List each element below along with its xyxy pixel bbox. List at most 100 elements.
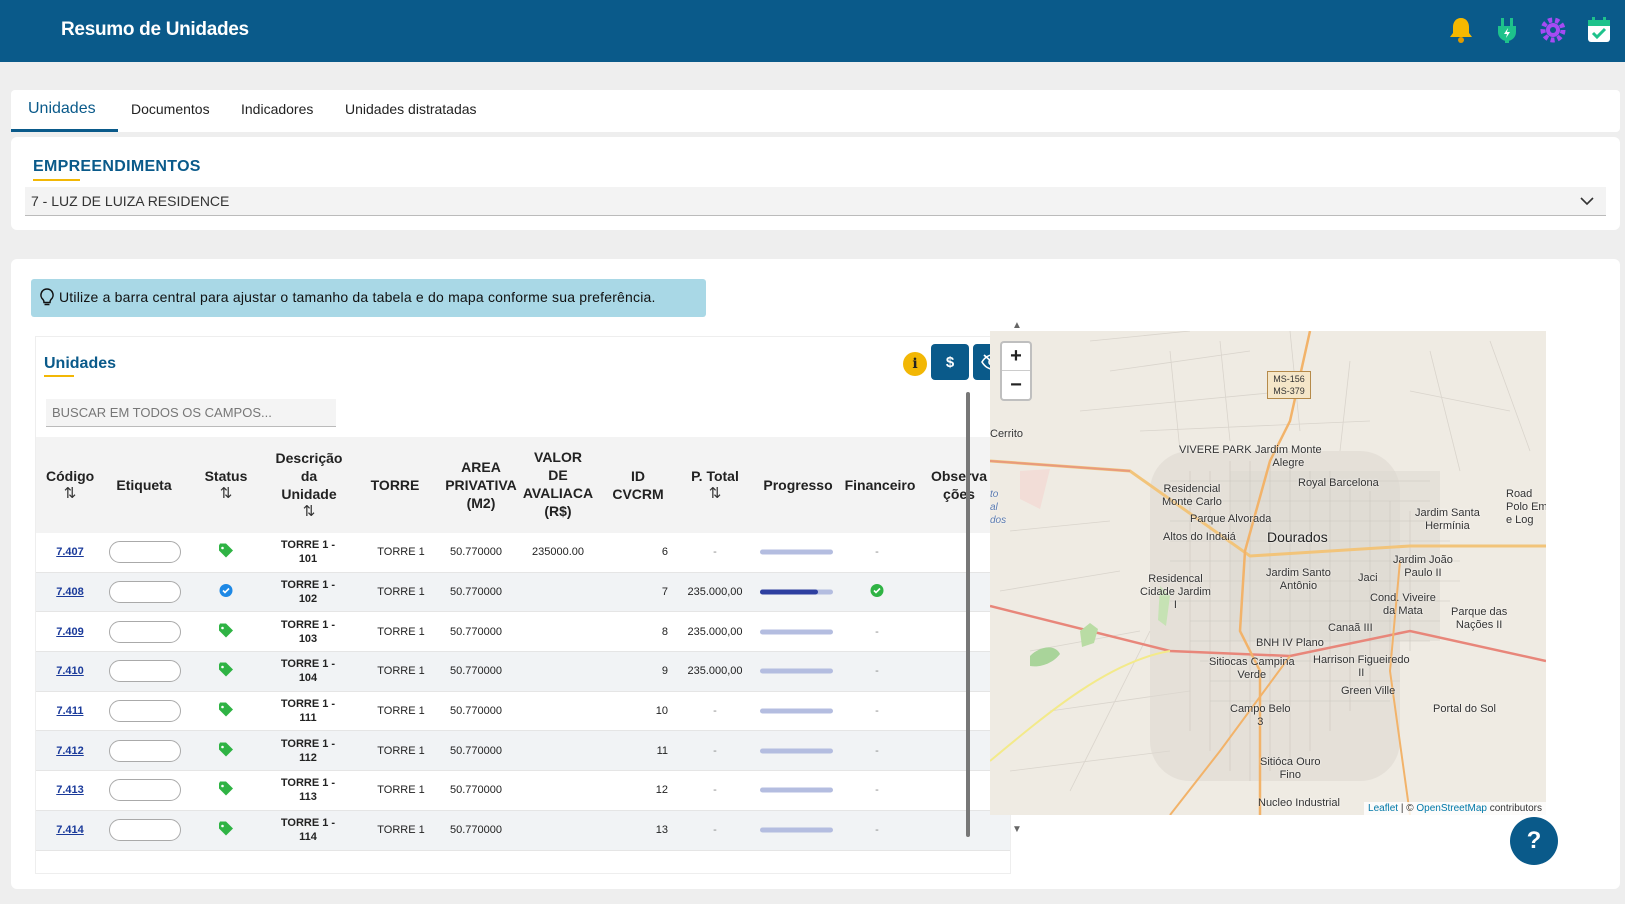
unit-code-link[interactable]: 7.408: [56, 586, 84, 598]
sort-icon[interactable]: ⇅: [684, 485, 746, 503]
sort-icon[interactable]: ⇅: [198, 485, 254, 503]
col-descricao[interactable]: Descrição da Unidade ⇅: [268, 449, 350, 521]
map-label: Road Polo Em e Log: [1506, 488, 1546, 526]
map-label: Jardim Santo Antônio: [1266, 567, 1331, 592]
table-row: 7.412 TORRE 1 -112 TORRE 1 50.770000 11 - -: [36, 731, 1010, 772]
plug-icon[interactable]: [1493, 16, 1521, 44]
osm-link[interactable]: OpenStreetMap: [1416, 803, 1487, 814]
torre-value: TORRE 1: [377, 625, 425, 638]
map-view[interactable]: + − MS-156 MS-379 Cerrito to al dos VIVE…: [990, 331, 1546, 815]
bell-icon[interactable]: [1447, 16, 1475, 44]
map-label: Jaci: [1358, 572, 1378, 584]
help-button[interactable]: ?: [1510, 817, 1558, 865]
unit-description: TORRE 1 -112: [280, 737, 336, 764]
unit-code-link[interactable]: 7.410: [56, 665, 84, 677]
table-row: 7.411 TORRE 1 -111 TORRE 1 50.770000 10 - -: [36, 692, 1010, 732]
col-etiqueta[interactable]: Etiqueta: [112, 476, 176, 494]
etiqueta-field[interactable]: [109, 700, 181, 723]
tag-icon: [217, 702, 235, 720]
unit-code-link[interactable]: 7.411: [56, 705, 84, 717]
financeiro-value: -: [875, 625, 879, 638]
progress-bar: [760, 668, 833, 674]
map-label: Altos do Indaiá: [1163, 531, 1236, 543]
financeiro-cell: -: [864, 784, 890, 796]
area-value: 50.770000: [450, 824, 502, 837]
p-total-value: -: [713, 824, 717, 837]
torre-value: TORRE 1: [377, 744, 425, 757]
map-label: Jardim Santa Hermínia: [1415, 507, 1480, 532]
col-observacoes[interactable]: Observa ções: [926, 467, 992, 503]
financeiro-cell: -: [864, 705, 890, 717]
unit-description: TORRE 1 -101: [280, 539, 336, 566]
etiqueta-field[interactable]: [109, 581, 181, 604]
leaflet-link[interactable]: Leaflet: [1368, 803, 1398, 814]
map-label: to al dos: [990, 489, 1007, 526]
table-header: Código ⇅ Etiqueta Status ⇅ Descrição da …: [36, 437, 1010, 533]
financeiro-cell: -: [864, 546, 890, 558]
tab-unidades[interactable]: Unidades: [28, 100, 96, 118]
table-scrollbar[interactable]: [966, 392, 970, 837]
sort-icon[interactable]: ⇅: [46, 485, 94, 503]
area-value: 50.770000: [450, 705, 502, 718]
tab-indicadores[interactable]: Indicadores: [241, 101, 313, 117]
map-zoom-control: + −: [1000, 341, 1032, 401]
area-value: 50.770000: [450, 784, 502, 797]
unit-description: TORRE 1 -111: [280, 698, 336, 725]
torre-value: TORRE 1: [377, 586, 425, 599]
etiqueta-field[interactable]: [109, 779, 181, 802]
search-input[interactable]: [46, 399, 336, 427]
col-progresso[interactable]: Progresso: [760, 476, 836, 494]
col-valor-avaliacao[interactable]: VALOR DE AVALIACA (R$): [519, 448, 597, 520]
col-area[interactable]: AREA PRIVATIVA (M2): [436, 458, 526, 512]
id-cvcrm-value: 9: [661, 665, 668, 678]
map-label: Canaã III: [1328, 622, 1373, 634]
col-p-total[interactable]: P. Total ⇅: [684, 467, 746, 503]
financeiro-value: -: [875, 705, 879, 718]
empreendimento-select[interactable]: 7 - LUZ DE LUIZA RESIDENCE: [25, 187, 1606, 216]
splitter-up-arrow[interactable]: ▲: [1012, 320, 1022, 331]
progress-bar: [760, 549, 833, 555]
map-attribution: Leaflet | © OpenStreetMap contributors: [1364, 802, 1546, 815]
top-bar: Resumo de Unidades: [0, 0, 1625, 62]
zoom-out-button[interactable]: −: [1002, 371, 1030, 399]
title-underline: [44, 375, 74, 377]
col-id-cvcrm[interactable]: ID CVCRM: [608, 467, 668, 503]
table-row: 7.409 TORRE 1 -103 TORRE 1 50.770000 8 235.00…: [36, 612, 1010, 653]
gear-icon[interactable]: [1539, 16, 1567, 44]
p-total-value: -: [713, 744, 717, 757]
financeiro-value: -: [875, 744, 879, 757]
sort-icon[interactable]: ⇅: [268, 503, 350, 521]
col-torre[interactable]: TORRE: [362, 476, 428, 494]
tip-text: Utilize a barra central para ajustar o t…: [59, 289, 656, 305]
area-value: 50.770000: [450, 586, 502, 599]
unit-code-link[interactable]: 7.409: [56, 626, 84, 638]
tab-documentos[interactable]: Documentos: [131, 101, 210, 117]
map-label: Sitióca Ouro Fino: [1260, 756, 1321, 781]
table-row: 7.408 TORRE 1 -102 TORRE 1 50.770000 7 235.00…: [36, 572, 1010, 613]
map-label: Green Ville: [1341, 685, 1396, 697]
unit-code-link[interactable]: 7.414: [56, 824, 84, 836]
etiqueta-field[interactable]: [109, 739, 181, 762]
zoom-in-button[interactable]: +: [1002, 343, 1030, 371]
etiqueta-field[interactable]: [109, 620, 181, 643]
col-status[interactable]: Status ⇅: [198, 467, 254, 503]
map-label-city: Dourados: [1267, 529, 1328, 545]
progress-bar: [760, 589, 833, 595]
splitter-down-arrow[interactable]: ▼: [1012, 824, 1022, 835]
unit-code-link[interactable]: 7.413: [56, 784, 84, 796]
tab-unidades-distratadas[interactable]: Unidades distratadas: [345, 101, 477, 117]
col-financeiro[interactable]: Financeiro: [842, 476, 918, 494]
financial-button[interactable]: $: [931, 344, 969, 380]
info-icon[interactable]: i: [903, 352, 927, 376]
unit-code-link[interactable]: 7.407: [56, 546, 84, 558]
etiqueta-field[interactable]: [109, 819, 181, 842]
tag-icon: [217, 742, 235, 759]
highway-shield: MS-156 MS-379: [1267, 371, 1311, 399]
financeiro-cell: -: [864, 626, 890, 638]
unit-code-link[interactable]: 7.412: [56, 745, 84, 757]
calendar-check-icon[interactable]: [1585, 16, 1613, 44]
etiqueta-field[interactable]: [109, 660, 181, 683]
etiqueta-field[interactable]: [109, 541, 181, 564]
col-codigo[interactable]: Código ⇅: [46, 467, 94, 503]
table-row: 7.413 TORRE 1 -113 TORRE 1 50.770000 12 - -: [36, 771, 1010, 811]
